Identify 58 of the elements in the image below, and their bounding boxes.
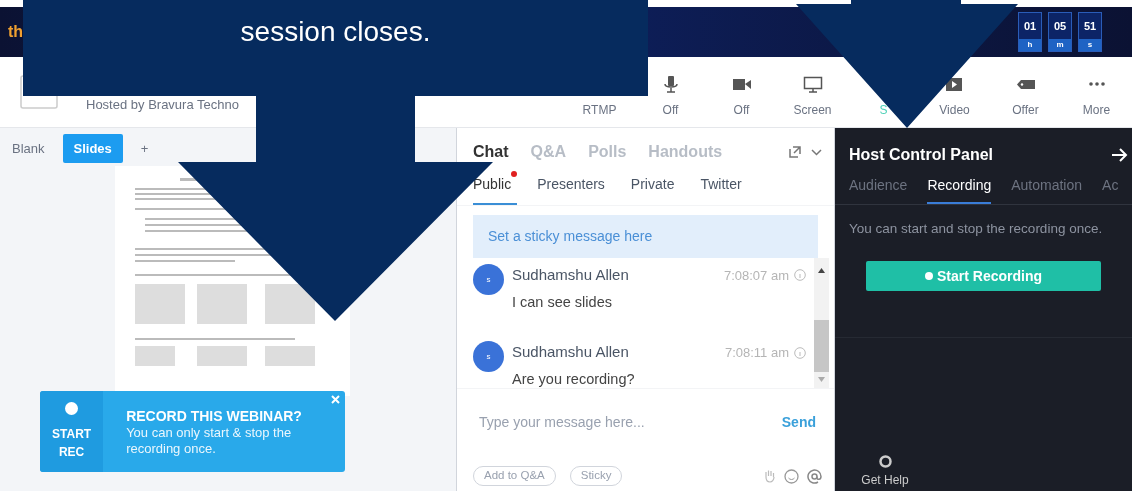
send-button[interactable]: Send [781,412,816,433]
timer-box: 51 s [1078,12,1102,52]
message-input[interactable]: Type your message here... [479,412,782,433]
more-icon [1088,82,1105,86]
timer-box: 01 h [1018,12,1042,52]
toolbar-button[interactable]: RTMP [582,101,617,119]
start-recording-button[interactable]: Start Recording [866,261,1101,292]
record-dot-icon [65,402,79,415]
close-icon[interactable] [331,395,340,404]
start-rec-button[interactable]: START REC [40,391,104,472]
toolbar-button[interactable]: Offer [1012,75,1039,119]
mention-icon[interactable] [807,468,822,484]
callout-text: session closes. [240,15,431,49]
toolbar-button[interactable]: Off [731,75,752,119]
info-icon[interactable] [794,346,806,359]
lifebuoy-icon[interactable] [878,455,892,468]
message-text: Are you recording? [512,369,636,389]
chat-subtab[interactable]: Private [630,171,681,205]
slide-tab[interactable]: Slides [62,134,123,163]
slide-tab[interactable]: + [136,134,153,163]
toolbar-button[interactable]: More [1082,75,1111,119]
smiley-icon[interactable] [784,468,799,484]
timer-box: 05 m [1048,12,1072,52]
user-avatar: s [473,264,504,295]
chat-tab[interactable]: Chat [473,140,509,164]
scrollbar[interactable] [814,258,829,388]
toolbar-button[interactable]: Screen [793,75,832,119]
message-text: I can see slides [512,292,613,312]
message-time: 7:08:07 am [723,266,789,285]
message-time: 7:08:11 am [724,343,789,362]
arrow-right-icon[interactable] [1112,148,1128,162]
hand-icon[interactable] [763,469,776,483]
prompt-text: You can only start & stop the recording once. [126,424,293,457]
panel-tab[interactable]: Recording [927,174,992,204]
prompt-title: RECORD THIS WEBINAR? [126,406,303,425]
help-link[interactable]: Get Help [861,471,909,489]
toolbar-button[interactable]: Off [660,75,681,119]
panel-tab[interactable]: Automation [1011,174,1083,204]
chat-subtab[interactable]: Presenters [537,171,611,205]
slide-tab[interactable]: Blank [8,134,49,163]
sender-name: Sudhamshu Allen [512,265,629,285]
monitor-icon [802,75,823,93]
sender-name: Sudhamshu Allen [512,342,629,363]
chat-subtab[interactable]: Twitter [700,171,748,205]
record-dot-icon [925,272,933,281]
recording-note: You can start and stop the recording once. [848,220,1104,238]
user-avatar: s [473,341,504,373]
panel-tab[interactable]: Ac [1102,174,1119,204]
brand-text: th [8,23,24,41]
scroll-up-icon[interactable] [818,268,825,273]
info-icon[interactable] [794,269,806,282]
popout-icon[interactable] [789,146,801,158]
chevron-down-icon[interactable] [811,148,822,156]
scroll-down-icon[interactable] [818,377,825,382]
sticky-message-bar[interactable]: Set a sticky message here [473,215,818,258]
host-label: Hosted by Bravura Techno [86,96,239,115]
panel-title: Host Control Panel [849,145,993,165]
panel-tab[interactable]: Audience [849,174,908,204]
